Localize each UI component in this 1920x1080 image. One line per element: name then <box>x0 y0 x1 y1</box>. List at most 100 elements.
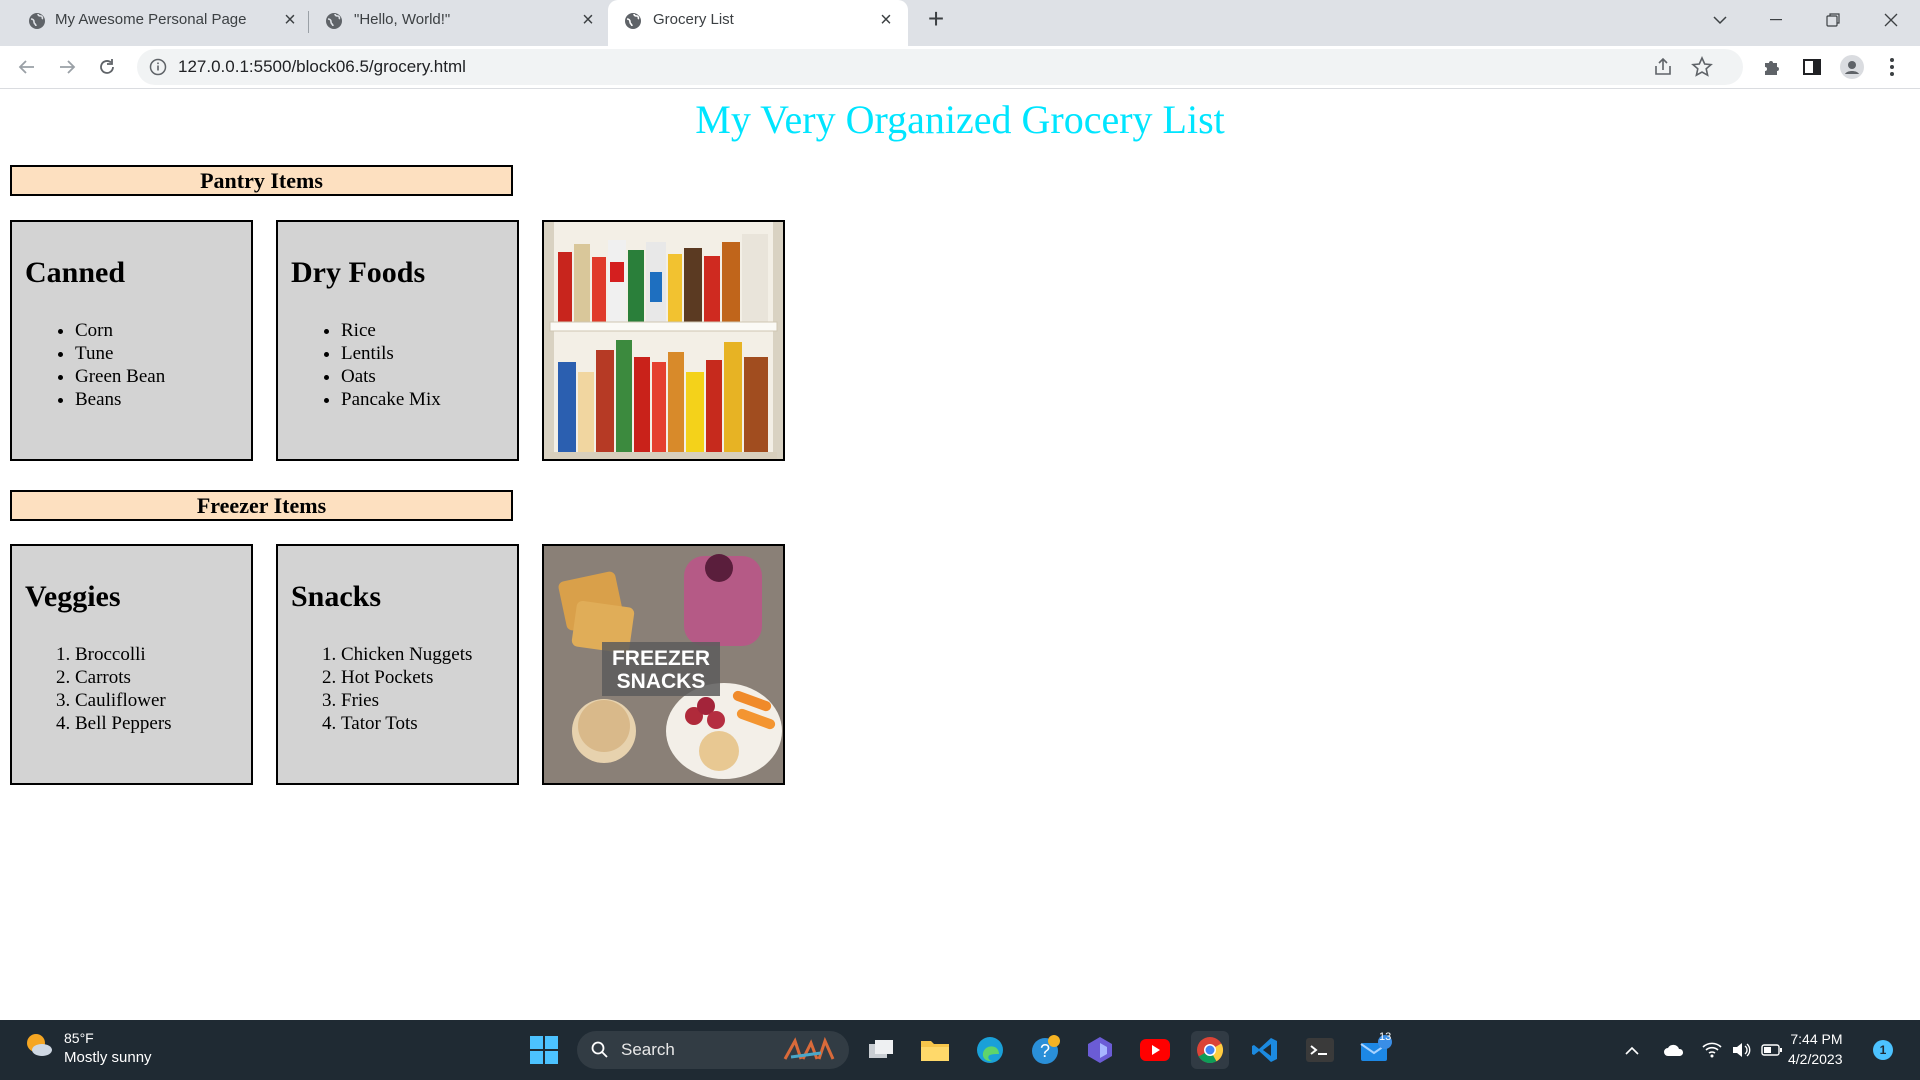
edge-icon <box>977 1037 1003 1063</box>
sun-cloud-icon <box>27 1034 52 1056</box>
canned-card: Canned Corn Tune Green Bean Beans <box>10 220 253 461</box>
page-content: My Very Organized Grocery List Pantry It… <box>0 90 1920 1020</box>
vscode-button[interactable] <box>1246 1031 1284 1069</box>
freezer-snacks-image: FREEZER SNACKS <box>542 544 785 785</box>
windows-logo-icon <box>530 1036 558 1064</box>
folder-icon <box>921 1041 949 1061</box>
restore-button[interactable] <box>1813 6 1853 34</box>
clock-date: 4/2/2023 <box>1788 1051 1843 1067</box>
terminal-button[interactable] <box>1301 1031 1339 1069</box>
list-item: Green Bean <box>75 365 165 388</box>
onedrive-cloud-icon[interactable] <box>1662 1038 1686 1062</box>
search-icon <box>591 1041 608 1058</box>
windows-start-button[interactable] <box>525 1031 563 1069</box>
list-item: Carrots <box>75 666 172 689</box>
search-label: Search <box>621 1040 675 1059</box>
dry-foods-list: Rice Lentils Oats Pancake Mix <box>341 319 441 411</box>
list-item: Broccolli <box>75 643 172 666</box>
share-icon[interactable] <box>1653 57 1673 77</box>
file-explorer-button[interactable] <box>916 1031 954 1069</box>
menu-kebab-icon[interactable] <box>1880 55 1904 79</box>
power-automate-button[interactable] <box>1081 1031 1119 1069</box>
canned-list: Corn Tune Green Bean Beans <box>75 319 165 411</box>
wifi-icon[interactable] <box>1700 1038 1724 1062</box>
close-tab-icon[interactable]: × <box>577 9 599 31</box>
profile-avatar-icon[interactable] <box>1840 55 1864 79</box>
list-item: Corn <box>75 319 165 342</box>
side-panel-icon[interactable] <box>1800 55 1824 79</box>
weather-temperature: 85°F <box>64 1030 94 1046</box>
notification-badge[interactable]: 1 <box>1873 1040 1893 1060</box>
address-bar[interactable]: 127.0.0.1:5500/block06.5/grocery.html <box>137 49 1743 85</box>
list-item: Fries <box>341 689 472 712</box>
list-item: Chicken Nuggets <box>341 643 472 666</box>
snacks-list: Chicken Nuggets Hot Pockets Fries Tator … <box>341 643 472 735</box>
show-hidden-icons-chevron[interactable] <box>1620 1038 1644 1062</box>
svg-text:?: ? <box>1040 1041 1050 1061</box>
tab-title: Grocery List <box>653 11 734 28</box>
chrome-icon <box>1197 1037 1224 1064</box>
tab-title: "Hello, World!" <box>354 11 451 28</box>
help-app-button[interactable]: ? <box>1026 1031 1064 1069</box>
list-item: Cauliflower <box>75 689 172 712</box>
clock-time: 7:44 PM <box>1790 1031 1843 1047</box>
freezer-items-heading: Freezer Items <box>10 490 513 521</box>
mail-button[interactable]: 13 <box>1357 1031 1395 1069</box>
reload-button[interactable] <box>92 52 122 82</box>
system-clock[interactable]: 7:44 PM 4/2/2023 <box>1788 1029 1843 1069</box>
youtube-button[interactable] <box>1136 1031 1174 1069</box>
hexagon-app-icon <box>1088 1037 1112 1063</box>
tab-grocery-list[interactable]: Grocery List × <box>608 0 908 46</box>
veggies-card: Veggies Broccolli Carrots Cauliflower Be… <box>10 544 253 785</box>
globe-icon <box>625 13 641 29</box>
search-highlight-icon <box>783 1037 835 1060</box>
forward-arrow-icon <box>60 60 76 74</box>
globe-icon <box>326 13 342 29</box>
weather-widget[interactable]: 85°F Mostly sunny <box>24 1030 152 1066</box>
bookmark-star-icon[interactable] <box>1691 56 1713 78</box>
snacks-card: Snacks Chicken Nuggets Hot Pockets Fries… <box>276 544 519 785</box>
dry-foods-title: Dry Foods <box>291 256 426 289</box>
help-question-icon: ? <box>1032 1035 1060 1064</box>
task-view-button[interactable] <box>862 1031 900 1069</box>
taskbar-search-box[interactable]: Search <box>577 1031 849 1069</box>
new-tab-button[interactable]: + <box>922 5 950 34</box>
list-item: Lentils <box>341 342 441 365</box>
battery-icon[interactable] <box>1760 1038 1784 1062</box>
forward-button[interactable] <box>52 52 82 82</box>
page-title: My Very Organized Grocery List <box>695 97 1225 142</box>
site-info-icon[interactable] <box>149 58 167 76</box>
list-item: Hot Pockets <box>341 666 472 689</box>
pantry-items-heading: Pantry Items <box>10 165 513 196</box>
dry-foods-card: Dry Foods Rice Lentils Oats Pancake Mix <box>276 220 519 461</box>
close-tab-icon[interactable]: × <box>279 9 301 31</box>
veggies-title: Veggies <box>25 580 121 613</box>
list-item: Oats <box>341 365 441 388</box>
back-arrow-icon <box>18 60 34 74</box>
minimize-button[interactable] <box>1756 6 1796 34</box>
tab-title: My Awesome Personal Page <box>55 11 247 28</box>
back-button[interactable] <box>12 52 42 82</box>
tab-hello-world[interactable]: "Hello, World!" × <box>305 0 605 41</box>
veggies-list: Broccolli Carrots Cauliflower Bell Peppe… <box>75 643 172 735</box>
list-item: Tune <box>75 342 165 365</box>
tab-search-chevron-icon[interactable] <box>1700 6 1740 34</box>
list-item: Pancake Mix <box>341 388 441 411</box>
edge-button[interactable] <box>971 1031 1009 1069</box>
mail-badge: 13 <box>1379 1031 1392 1043</box>
tab-strip: My Awesome Personal Page × "Hello, World… <box>0 0 1920 46</box>
volume-icon[interactable] <box>1730 1038 1754 1062</box>
list-item: Bell Peppers <box>75 712 172 735</box>
weather-condition: Mostly sunny <box>64 1049 152 1066</box>
tab-my-awesome-personal-page[interactable]: My Awesome Personal Page × <box>0 0 305 41</box>
pantry-image <box>542 220 785 461</box>
extensions-puzzle-icon[interactable] <box>1760 55 1784 79</box>
list-item: Tator Tots <box>341 712 472 735</box>
freezer-label-line2: SNACKS <box>617 670 706 693</box>
close-tab-icon[interactable]: × <box>875 9 897 31</box>
windows-taskbar: 85°F Mostly sunny Search ? 13 7:44 PM 4/… <box>0 1020 1920 1080</box>
url-text[interactable]: 127.0.0.1:5500/block06.5/grocery.html <box>178 57 466 77</box>
reload-icon <box>100 59 114 74</box>
close-window-button[interactable] <box>1871 6 1911 34</box>
chrome-button[interactable] <box>1191 1031 1229 1069</box>
